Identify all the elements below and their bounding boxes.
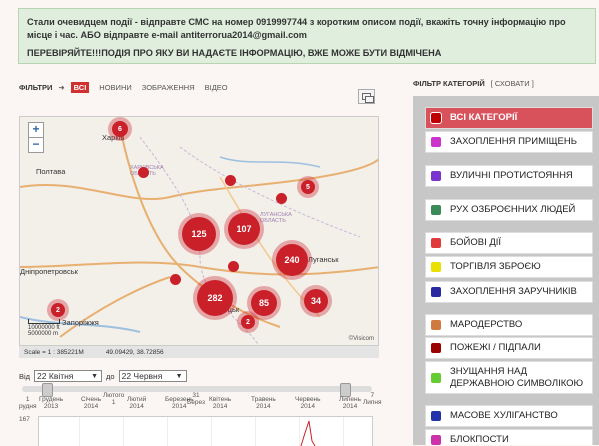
timeline-tick: Червень 2014 [295,396,321,410]
map-cluster-125[interactable]: 125 [182,217,216,251]
category-color-swatch [431,237,441,248]
slider-handle-start[interactable] [42,383,53,397]
timeline-y-max: 167 [19,416,30,423]
timeline-tick: Лютий 2014 [127,396,147,410]
category-color-swatch [431,170,441,181]
category-hostage-taking[interactable]: ЗАХОПЛЕННЯ ЗАРУЧНИКІВ [425,281,593,303]
map-status-bar: Scale = 1 : 385221M 49.09429, 38.72856 [19,346,379,358]
map-cluster-240[interactable]: 240 [276,244,308,276]
category-fires-arson[interactable]: ПОЖЕЖІ / ПІДПАЛИ [425,337,593,359]
map-cluster-2b[interactable]: 2 [241,315,255,329]
category-mass-hooliganism[interactable]: МАСОВЕ ХУЛІГАНСТВО [425,405,593,427]
map-cluster-34[interactable]: 34 [304,289,328,313]
map-cluster-6[interactable]: 6 [112,121,128,137]
date-range: Від 22 Квітня ▼ до 22 Червня ▼ [19,370,187,382]
category-arms-trade[interactable]: ТОРГІВЛЯ ЗБРОЄЮ [425,256,593,278]
map-cluster-2a[interactable]: 2 [51,303,65,317]
filter-tab-video[interactable]: ВІДЕО [205,83,228,92]
timeline-tick: Квітень 2014 [209,396,232,410]
arrow-icon: ➜ [58,83,65,92]
filter-tab-images[interactable]: ЗОБРАЖЕННЯ [142,83,195,92]
map-coordinates-readout: 49.09429, 38.72856 [105,348,164,356]
filter-tab-news[interactable]: НОВИНИ [99,83,131,92]
map-cluster-282[interactable]: 282 [197,280,233,316]
notice-instructions: Стали очевидцем події - відправте СМС на… [27,17,566,40]
map-marker[interactable] [225,175,236,186]
timeline-tick: Січень 2014 [81,396,102,410]
notice-warning: ПЕРЕВІРЯЙТЕ!!!ПОДІЯ ПРО ЯКУ ВИ НАДАЄТЕ І… [27,48,442,58]
category-color-swatch [431,286,441,297]
map-cluster-107[interactable]: 107 [228,213,260,245]
timeline-tick: 31 Берез [187,392,205,406]
category-checkpoints[interactable]: БЛОКПОСТИ [425,429,593,445]
sms-notice-box: Стали очевидцем події - відправте СМС на… [18,8,596,64]
map-marker[interactable] [170,274,181,285]
map-label-poltava: Полтава [36,167,66,176]
timeline-tick: 1 рудня [19,396,37,410]
category-combat[interactable]: БОЙОВІ ДІЇ [425,232,593,254]
category-filter-header: ФІЛЬТР КАТЕГОРІЙ [ СХОВАТИ ] [413,79,534,88]
map-marker[interactable] [138,167,149,178]
timeline-tick: Грудень 2013 [39,396,64,410]
category-color-swatch [431,319,441,330]
map-cluster-5[interactable]: 5 [301,180,315,194]
date-to-select[interactable]: 22 Червня ▼ [118,370,187,382]
timeline-axis: 1 рудня Грудень 2013 Січень 2014 Лютого 1 Лю… [19,392,382,418]
zoom-in-button[interactable]: + [29,123,43,137]
date-from-select[interactable]: 22 Квітня ▼ [34,370,103,382]
map-marker[interactable] [276,193,287,204]
zoom-control: + − [28,122,44,153]
category-color-swatch [431,342,441,353]
category-color-swatch [431,434,441,445]
map-scale-bar: 10000000 ft 5000000 m [28,319,60,337]
category-desecration-symbols[interactable]: ЗНУЩАННЯ НАД ДЕРЖАВНОЮ СИМВОЛІКОЮ [425,361,593,394]
date-to-label: до [106,371,115,381]
category-all[interactable]: ВСІ КАТЕГОРІЇ [425,107,593,129]
category-color-swatch [431,410,441,421]
map-cluster-85[interactable]: 85 [251,290,277,316]
category-color-swatch [431,136,441,147]
slider-handle-end[interactable] [340,383,351,397]
timeline-line [300,420,316,446]
hide-filter-link[interactable]: [ СХОВАТИ ] [491,79,534,88]
category-street-clashes[interactable]: ВУЛИЧНІ ПРОТИСТОЯННЯ [425,165,593,187]
chevron-down-icon: ▼ [175,373,183,380]
category-armed-movement[interactable]: РУХ ОЗБРОЄННИХ ЛЮДЕЙ [425,199,593,221]
timeline-chart [38,416,373,446]
timeline-tick: Травень 2014 [251,396,276,410]
category-building-seizure[interactable]: ЗАХОПЛЕННЯ ПРИМІЩЕНЬ [425,131,593,153]
filter-tab-all[interactable]: ВСІ [70,82,90,93]
category-color-swatch [431,372,441,383]
scale-label-m: 5000000 m [28,331,59,337]
chevron-down-icon: ▼ [91,373,99,380]
timeline-tick: 7 Липня [363,392,382,406]
category-color-swatch [431,112,441,123]
map-label-luhansk-oblast: ЛУГАНСЬКА ОБЛАСТЬ [260,212,292,224]
timeline-tick: Лютого 1 [103,392,125,406]
category-looting[interactable]: МАРОДЕРСТВО [425,314,593,336]
filters-label: ФІЛЬТРИ [19,83,53,92]
date-from-label: Від [19,371,31,381]
map-label-kharkiv-oblast: ХАРКІВСЬКА ОБЛАСТЬ [130,165,170,177]
filter-bar: ФІЛЬТРИ ➜ ВСІ НОВИНИ ЗОБРАЖЕННЯ ВІДЕО [19,82,228,93]
category-color-swatch [431,261,441,272]
category-filter-panel: ВСІ КАТЕГОРІЇ ЗАХОПЛЕННЯ ПРИМІЩЕНЬ ВУЛИЧ… [413,96,599,445]
map-label-dnipropetrovsk: Дніпропетровськ [20,267,78,276]
map-marker[interactable] [228,261,239,272]
map-label-zaporizhzhia: Запоріжжя [62,318,99,327]
category-filter-title: ФІЛЬТР КАТЕГОРІЙ [413,79,485,88]
layers-toggle-button[interactable] [358,89,375,104]
map-copyright: ©Visicom [348,336,374,342]
map-label-luhansk: Луганськ [308,255,339,264]
zoom-out-button[interactable]: − [29,137,43,152]
category-color-swatch [431,204,441,215]
timeline-tick: Липень 2014 [339,396,362,410]
incident-map[interactable]: + − Харків Полтава ХАРКІВСЬКА ОБЛАСТЬ ЛУ… [19,116,379,346]
map-scale-readout: Scale = 1 : 385221M [24,348,84,356]
